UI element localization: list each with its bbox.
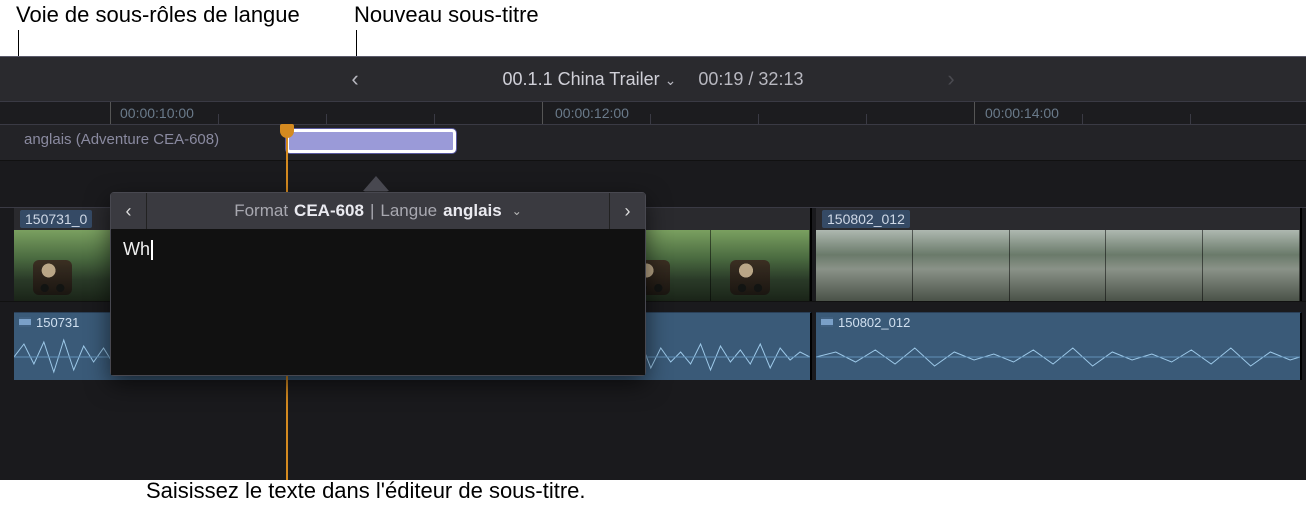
caption-clip[interactable] bbox=[286, 129, 456, 153]
audio-clip[interactable]: 150802_012 bbox=[816, 312, 1302, 380]
prev-caption-button[interactable]: ‹ bbox=[111, 193, 147, 229]
audio-filmstrip-icon bbox=[18, 315, 32, 329]
project-name[interactable]: 00.1.1 China Trailer ⌄ bbox=[503, 69, 677, 90]
history-forward-button[interactable]: › bbox=[936, 66, 966, 92]
language-value: anglais bbox=[443, 201, 502, 221]
chevron-down-icon: ⌄ bbox=[665, 72, 677, 88]
chevron-down-icon: ⌄ bbox=[512, 204, 522, 218]
caption-text-editor[interactable]: Wh bbox=[111, 229, 645, 375]
clip-title: 150802_012 bbox=[822, 210, 910, 228]
ruler-tick-label: 00:00:14:00 bbox=[985, 105, 1059, 121]
callout-new-caption: Nouveau sous-titre bbox=[354, 2, 539, 28]
video-clip[interactable]: 150802_012 bbox=[816, 208, 1302, 301]
popover-tail bbox=[364, 178, 388, 192]
history-back-button[interactable]: ‹ bbox=[340, 66, 370, 92]
text-caret bbox=[151, 240, 153, 260]
ruler-tick-label: 00:00:12:00 bbox=[555, 105, 629, 121]
audio-clip-title: 150731 bbox=[36, 315, 79, 330]
caption-format-language-selector[interactable]: Format CEA-608 | Langue anglais ⌄ bbox=[147, 193, 609, 229]
waveform bbox=[816, 334, 1300, 380]
audio-filmstrip-icon bbox=[820, 315, 834, 329]
timeline-toolbar: ‹ 00.1.1 China Trailer ⌄ 00:19 / 32:13 › bbox=[0, 57, 1306, 101]
callout-editor-hint: Saisissez le texte dans l'éditeur de sou… bbox=[146, 478, 586, 504]
time-ruler[interactable]: 00:00:10:00 00:00:12:00 00:00:14:00 bbox=[0, 101, 1306, 125]
timecode-display: 00:19 / 32:13 bbox=[698, 69, 803, 90]
project-name-text: 00.1.1 China Trailer bbox=[503, 69, 660, 89]
format-value: CEA-608 bbox=[294, 201, 364, 221]
callout-lane-label: Voie de sous-rôles de langue bbox=[16, 2, 300, 28]
format-label: Format bbox=[234, 201, 288, 221]
caption-subrole-lane[interactable]: anglais (Adventure CEA-608) bbox=[0, 125, 1306, 161]
ruler-tick-label: 00:00:10:00 bbox=[120, 105, 194, 121]
video-clip[interactable]: 150731_0 bbox=[14, 208, 114, 301]
caption-lane-label: anglais (Adventure CEA-608) bbox=[24, 131, 219, 148]
language-label: Langue bbox=[380, 201, 437, 221]
next-caption-button[interactable]: › bbox=[609, 193, 645, 229]
audio-clip-title: 150802_012 bbox=[838, 315, 910, 330]
clip-title: 150731_0 bbox=[20, 210, 92, 228]
caption-text-content: Wh bbox=[123, 239, 150, 259]
caption-editor-popover: ‹ Format CEA-608 | Langue anglais ⌄ › Wh bbox=[110, 192, 646, 376]
separator: | bbox=[370, 201, 374, 221]
